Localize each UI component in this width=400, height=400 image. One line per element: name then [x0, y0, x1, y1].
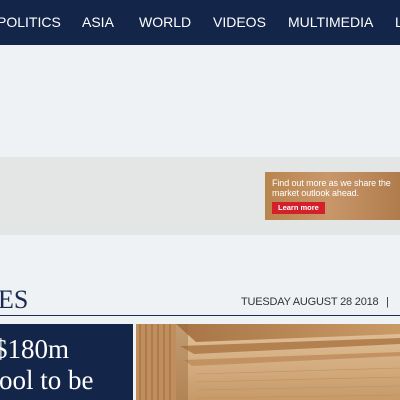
nav-item-videos[interactable]: VIDEOS	[213, 0, 266, 45]
advertisement-creative[interactable]: Find out more as we share the market out…	[265, 172, 400, 220]
nav-item-multimedia[interactable]: MULTIMEDIA	[288, 0, 373, 45]
learn-more-button[interactable]: Learn more	[272, 202, 325, 214]
section-title[interactable]: ES	[0, 284, 28, 316]
headline-line-1[interactable]: $180m	[0, 334, 69, 364]
top-navigation-bar: POLITICS ASIA WORLD VIDEOS MULTIMEDIA L	[0, 0, 400, 45]
nav-item-truncated[interactable]: L	[395, 0, 400, 45]
nav-item-world[interactable]: WORLD	[139, 0, 191, 45]
ad-message: Find out more as we share the market out…	[272, 178, 391, 198]
nav-item-asia[interactable]: ASIA	[82, 0, 114, 45]
header-divider: |	[386, 296, 389, 308]
wood-interior-picture	[136, 324, 400, 400]
current-date: TUESDAY AUGUST 28 2018	[241, 296, 379, 308]
nav-item-politics[interactable]: POLITICS	[0, 0, 61, 45]
headline-line-2[interactable]: ool to be	[0, 365, 94, 395]
section-rule	[0, 315, 400, 316]
lead-story-card[interactable]: $180m ool to be	[0, 324, 133, 400]
section-header: ES TUESDAY AUGUST 28 2018 |	[0, 284, 400, 316]
advertisement-banner: Find out more as we share the market out…	[0, 157, 400, 235]
lead-story-image[interactable]	[136, 324, 400, 400]
